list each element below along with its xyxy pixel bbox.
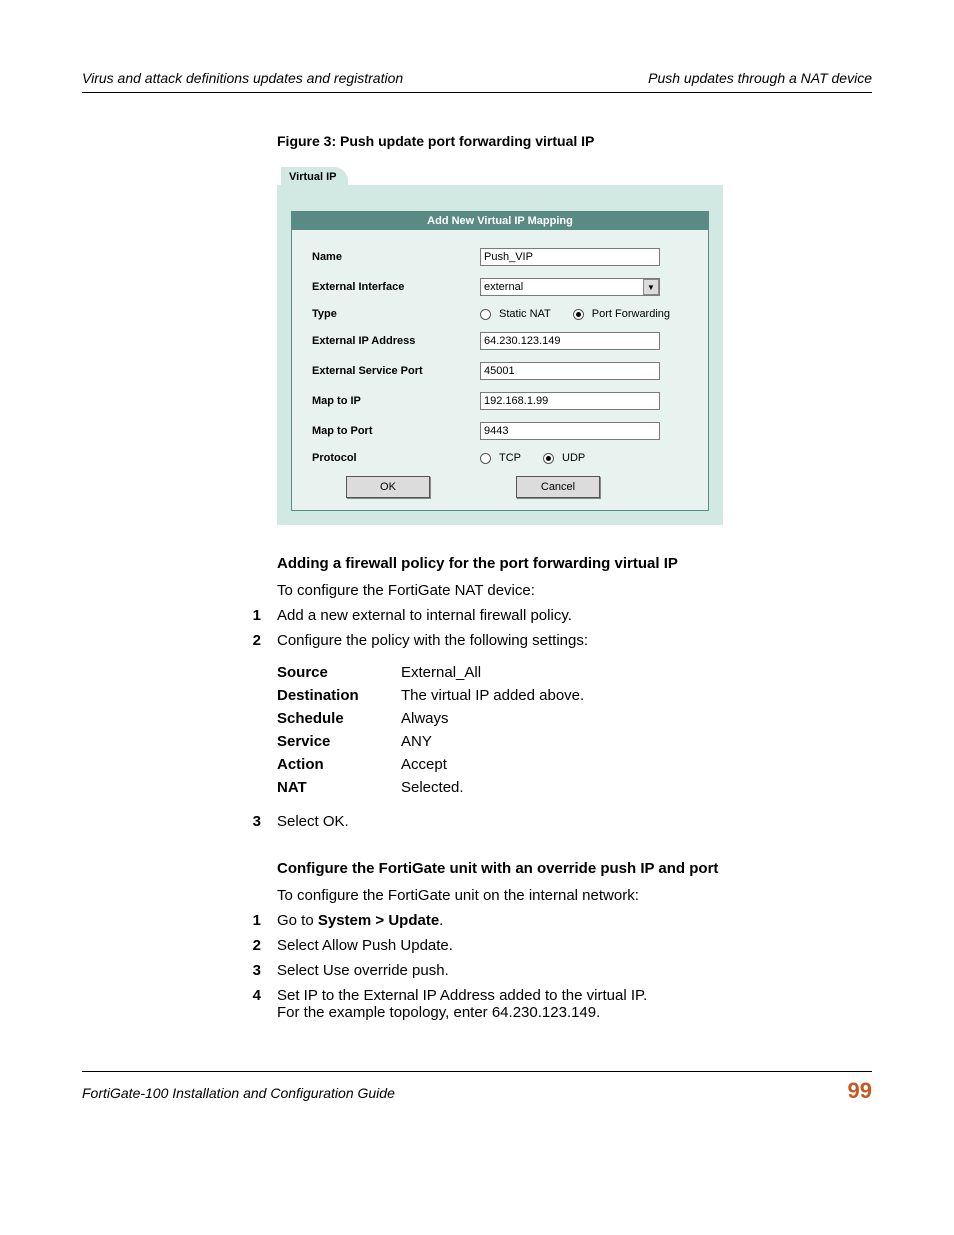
radio-label-port-forwarding: Port Forwarding	[592, 308, 670, 320]
label-protocol: Protocol	[312, 452, 480, 464]
setting-key: Schedule	[277, 707, 401, 730]
tab-virtual-ip[interactable]: Virtual IP	[281, 167, 348, 185]
virtual-ip-screenshot: Virtual IP Add New Virtual IP Mapping Na…	[277, 159, 723, 525]
header-right: Push updates through a NAT device	[648, 70, 872, 86]
footer-guide-name: FortiGate-100 Installation and Configura…	[82, 1085, 395, 1101]
table-row: ScheduleAlways	[277, 707, 598, 730]
radio-label-udp: UDP	[562, 452, 585, 464]
fw-step-3: 3 Select OK.	[237, 813, 872, 830]
label-type: Type	[312, 308, 480, 320]
chevron-down-icon: ▼	[643, 279, 659, 295]
heading-override-push: Configure the FortiGate unit with an ove…	[277, 860, 872, 877]
radio-label-static-nat: Static NAT	[499, 308, 551, 320]
radio-static-nat[interactable]	[480, 309, 491, 320]
ov-step-4: 4 Set IP to the External IP Address adde…	[237, 987, 872, 1021]
setting-value: External_All	[401, 661, 598, 684]
table-row: ActionAccept	[277, 753, 598, 776]
figure-caption: Figure 3: Push update port forwarding vi…	[277, 133, 872, 149]
setting-key: NAT	[277, 776, 401, 799]
table-row: NATSelected.	[277, 776, 598, 799]
map-to-port-input[interactable]	[480, 422, 660, 440]
header-rule	[82, 92, 872, 93]
external-port-input[interactable]	[480, 362, 660, 380]
heading-firewall-policy: Adding a firewall policy for the port fo…	[277, 555, 872, 572]
fw-step-1-text: Add a new external to internal firewall …	[277, 607, 572, 624]
fw-step-3-text: Select OK.	[277, 813, 349, 830]
fw-step-2-text: Configure the policy with the following …	[277, 632, 588, 649]
setting-key: Service	[277, 730, 401, 753]
table-row: ServiceANY	[277, 730, 598, 753]
label-external-interface: External Interface	[312, 281, 480, 293]
panel-title: Add New Virtual IP Mapping	[292, 212, 708, 230]
label-map-to-ip: Map to IP	[312, 395, 480, 407]
setting-key: Destination	[277, 684, 401, 707]
fw-step-2: 2 Configure the policy with the followin…	[237, 632, 872, 649]
ov-step-2: 2 Select Allow Push Update.	[237, 937, 872, 954]
firewall-intro: To configure the FortiGate NAT device:	[277, 582, 872, 599]
setting-value: Always	[401, 707, 598, 730]
ov-step-3: 3 Select Use override push.	[237, 962, 872, 979]
table-row: DestinationThe virtual IP added above.	[277, 684, 598, 707]
setting-value: Selected.	[401, 776, 598, 799]
radio-label-tcp: TCP	[499, 452, 521, 464]
setting-key: Source	[277, 661, 401, 684]
ov-step-2-text: Select Allow Push Update.	[277, 937, 453, 954]
page-number: 99	[848, 1078, 872, 1104]
ok-button[interactable]: OK	[346, 476, 430, 498]
name-input[interactable]	[480, 248, 660, 266]
table-row: SourceExternal_All	[277, 661, 598, 684]
map-to-ip-input[interactable]	[480, 392, 660, 410]
radio-udp[interactable]	[543, 453, 554, 464]
label-external-port: External Service Port	[312, 365, 480, 377]
label-external-ip: External IP Address	[312, 335, 480, 347]
external-ip-input[interactable]	[480, 332, 660, 350]
external-interface-select[interactable]: external ▼	[480, 278, 660, 296]
header-left: Virus and attack definitions updates and…	[82, 70, 403, 86]
setting-value: Accept	[401, 753, 598, 776]
radio-port-forwarding[interactable]	[573, 309, 584, 320]
fw-step-1: 1 Add a new external to internal firewal…	[237, 607, 872, 624]
ov-step-1-text: Go to System > Update.	[277, 912, 443, 929]
vip-mapping-panel: Add New Virtual IP Mapping Name External…	[291, 211, 709, 511]
setting-value: The virtual IP added above.	[401, 684, 598, 707]
cancel-button[interactable]: Cancel	[516, 476, 600, 498]
ov-step-4-text: Set IP to the External IP Address added …	[277, 987, 647, 1021]
ov-step-3-text: Select Use override push.	[277, 962, 449, 979]
policy-settings-table: SourceExternal_AllDestinationThe virtual…	[277, 661, 598, 799]
radio-tcp[interactable]	[480, 453, 491, 464]
ov-step-1: 1 Go to System > Update.	[237, 912, 872, 929]
setting-value: ANY	[401, 730, 598, 753]
tab-bar: Virtual IP	[277, 159, 723, 185]
external-interface-value: external	[484, 281, 523, 293]
label-map-to-port: Map to Port	[312, 425, 480, 437]
label-name: Name	[312, 251, 480, 263]
setting-key: Action	[277, 753, 401, 776]
override-intro: To configure the FortiGate unit on the i…	[277, 887, 872, 904]
